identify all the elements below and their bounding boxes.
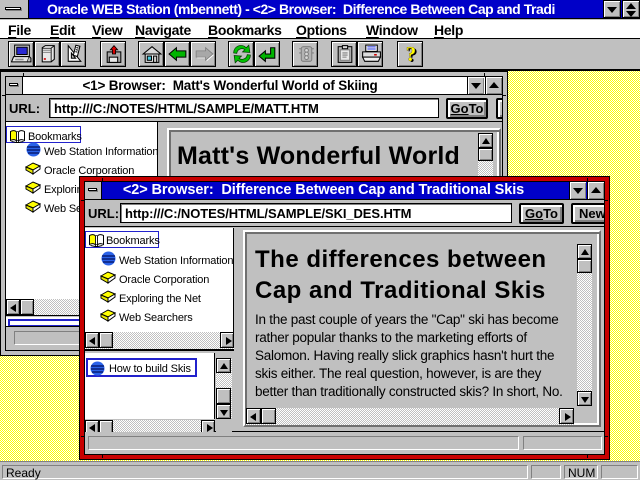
svg-text:?: ? [406,44,416,64]
